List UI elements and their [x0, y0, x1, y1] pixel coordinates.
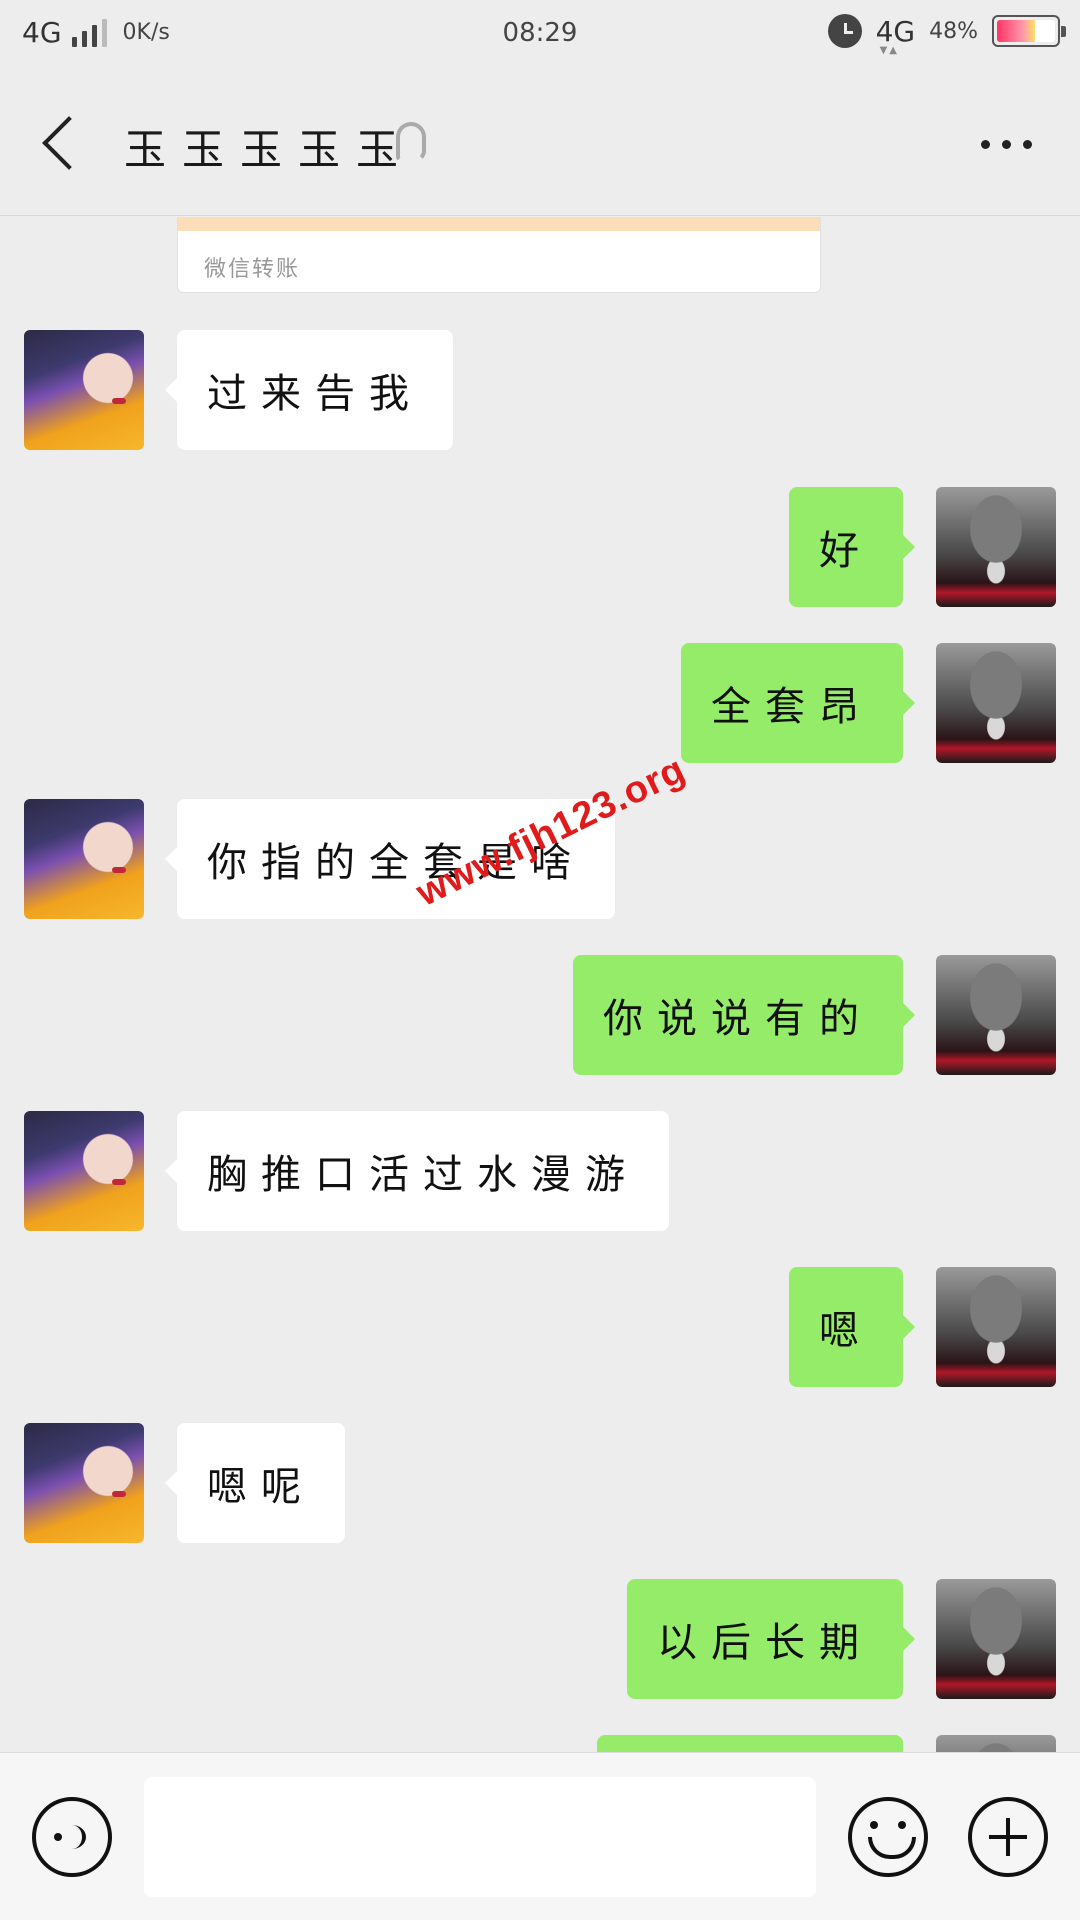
- network-type-right: 4G ▼▲: [875, 14, 916, 56]
- user-avatar[interactable]: [936, 1267, 1056, 1387]
- message-bubble-outgoing[interactable]: 你说说有的: [573, 955, 915, 1075]
- message-bubble-outgoing-partial[interactable]: [597, 1735, 903, 1752]
- contact-avatar[interactable]: [24, 799, 144, 919]
- status-right: 4G ▼▲ 48%: [827, 14, 1066, 56]
- contact-avatar[interactable]: [24, 330, 144, 450]
- message-bubble-incoming[interactable]: 嗯呢: [165, 1423, 345, 1543]
- contact-avatar[interactable]: [24, 1111, 144, 1231]
- chat-header: 玉玉玉玉玉: [0, 70, 1080, 216]
- transfer-label: 微信转账: [204, 257, 301, 282]
- message-bubble-incoming[interactable]: 过来告我: [165, 330, 453, 450]
- message-bubble-outgoing[interactable]: 嗯: [789, 1267, 915, 1387]
- message-list[interactable]: 微信转账 过来告我 好 全套昂 你指的全套是啥 你说说有的 胸推口活过水漫游 嗯…: [0, 217, 1080, 1752]
- ear-icon: [396, 122, 426, 162]
- more-actions-button[interactable]: [968, 1797, 1048, 1877]
- alarm-icon: [827, 14, 862, 48]
- message-input[interactable]: [144, 1777, 816, 1897]
- voice-input-button[interactable]: [32, 1797, 112, 1877]
- message-bubble-outgoing[interactable]: 全套昂: [681, 643, 915, 763]
- message-bubble-outgoing[interactable]: 好: [789, 487, 915, 607]
- user-avatar[interactable]: [936, 955, 1056, 1075]
- message-bubble-outgoing[interactable]: 以后长期: [627, 1579, 915, 1699]
- back-button[interactable]: [30, 110, 90, 176]
- battery-icon: [992, 15, 1066, 47]
- user-avatar[interactable]: [936, 1579, 1056, 1699]
- input-bar: [0, 1752, 1080, 1920]
- transfer-card[interactable]: 微信转账: [177, 217, 821, 293]
- status-bar: 4G 0K/s 08:29 4G ▼▲ 48%: [0, 0, 1080, 70]
- user-avatar[interactable]: [936, 487, 1056, 607]
- user-avatar[interactable]: [936, 1735, 1056, 1752]
- more-options-button[interactable]: [981, 140, 1032, 149]
- message-bubble-incoming[interactable]: 胸推口活过水漫游: [165, 1111, 669, 1231]
- emoji-button[interactable]: [848, 1797, 928, 1877]
- user-avatar[interactable]: [936, 643, 1056, 763]
- battery-percent: 48%: [929, 18, 978, 44]
- chat-title: 玉玉玉玉玉: [124, 125, 415, 174]
- contact-avatar[interactable]: [24, 1423, 144, 1543]
